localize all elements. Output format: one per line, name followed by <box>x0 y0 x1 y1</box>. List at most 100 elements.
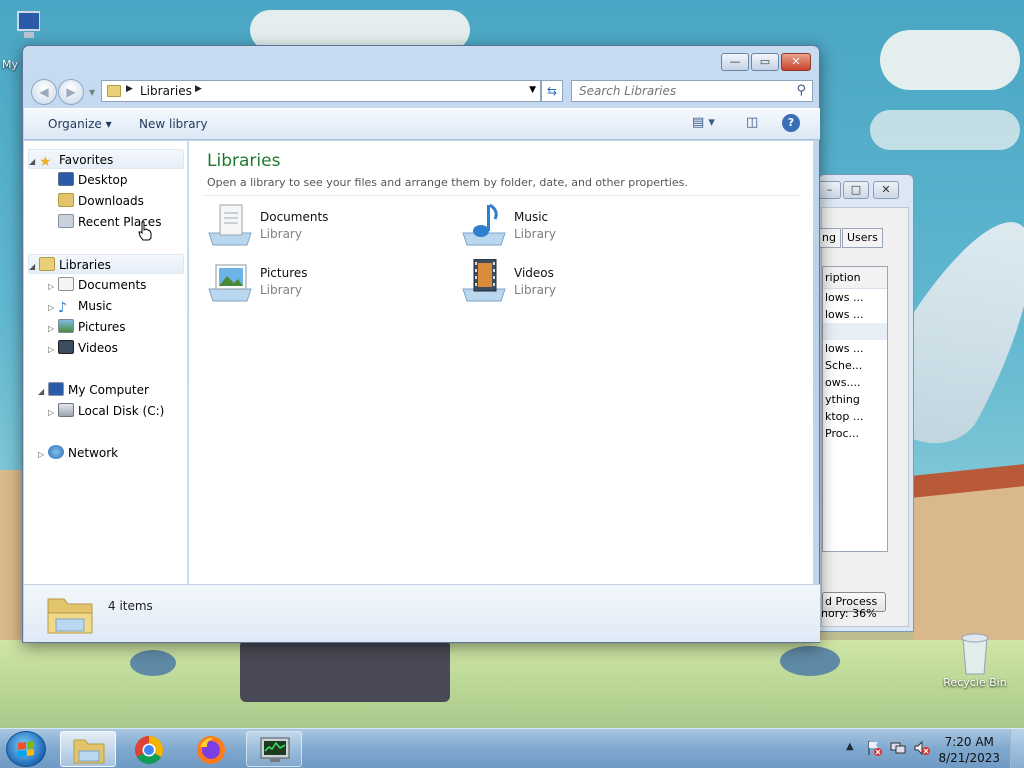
nav-label: Libraries <box>59 258 111 272</box>
expand-arrow-icon[interactable]: ▷ <box>48 277 58 297</box>
process-list[interactable]: ription lows ... lows ... lows ... Sche.… <box>822 266 888 552</box>
library-tile-videos[interactable]: Videos Library <box>461 259 691 309</box>
clock[interactable]: 7:20 AM 8/21/2023 <box>938 734 1000 766</box>
search-input[interactable] <box>572 81 782 101</box>
start-button[interactable] <box>6 731 46 767</box>
content-pane[interactable]: Libraries Open a library to see your fil… <box>138 141 813 584</box>
expand-arrow-icon[interactable]: ▷ <box>48 403 58 423</box>
column-header-description[interactable]: ription <box>823 267 887 289</box>
recent-places-icon <box>58 214 74 228</box>
music-library-icon <box>462 203 506 246</box>
volume-muted-icon[interactable] <box>914 740 930 756</box>
nav-item-local-disk[interactable]: ▷ Local Disk (C:) <box>48 401 164 421</box>
breadcrumb-arrow-icon[interactable]: ▶ <box>126 84 133 94</box>
maximize-button[interactable]: ▭ <box>751 53 779 71</box>
nav-item-downloads[interactable]: Downloads <box>58 191 144 211</box>
nav-item-videos[interactable]: ▷ Videos <box>48 338 118 358</box>
tab-processing[interactable]: ng <box>818 228 841 248</box>
new-library-button[interactable]: New library <box>139 117 208 131</box>
nav-label: Music <box>78 299 113 313</box>
taskbar-explorer-button[interactable] <box>60 731 116 767</box>
page-subtitle: Open a library to see your files and arr… <box>207 176 688 189</box>
search-box[interactable]: ⚲ <box>571 80 813 102</box>
nav-label: Downloads <box>78 194 144 208</box>
taskbar-chrome-button[interactable] <box>122 731 178 767</box>
nav-my-computer[interactable]: ◢ My Computer <box>38 380 149 400</box>
collapse-arrow-icon[interactable]: ◢ <box>29 152 39 172</box>
show-hidden-icons-icon[interactable]: ▲ <box>846 741 854 752</box>
breadcrumb-libraries[interactable]: Libraries <box>140 84 192 98</box>
close-button[interactable]: ✕ <box>781 53 811 71</box>
list-item[interactable]: lows ... <box>823 306 887 323</box>
maximize-button[interactable]: □ <box>843 181 869 199</box>
list-item[interactable] <box>823 323 887 340</box>
nav-network[interactable]: ▷ Network <box>38 443 118 463</box>
list-item[interactable]: lows ... <box>823 289 887 306</box>
library-tile-pictures[interactable]: Pictures Library <box>207 259 437 309</box>
close-button[interactable]: ✕ <box>873 181 899 199</box>
desktop-icon-recycle-bin[interactable]: Recycle Bin <box>940 632 1010 689</box>
videos-library-icon <box>462 259 506 302</box>
tab-users[interactable]: Users <box>842 228 883 248</box>
nav-item-music[interactable]: ▷ ♪ Music <box>48 296 112 316</box>
divider <box>203 195 799 196</box>
network-status-icon[interactable] <box>890 740 906 756</box>
libraries-icon <box>39 257 55 271</box>
collapse-arrow-icon[interactable]: ◢ <box>29 257 39 277</box>
forward-button[interactable]: ▶ <box>58 79 84 105</box>
nav-libraries[interactable]: ◢ Libraries <box>28 254 184 274</box>
navigation-buttons: ◀ ▶ <box>31 79 85 105</box>
change-view-icon[interactable]: ▤ ▾ <box>692 115 715 130</box>
taskbar-firefox-button[interactable] <box>184 731 240 767</box>
taskbar-task-manager-button[interactable] <box>246 731 302 767</box>
documents-icon <box>58 277 74 291</box>
expand-arrow-icon[interactable]: ▷ <box>48 298 58 318</box>
action-center-flag-icon[interactable] <box>866 740 882 756</box>
library-type: Library <box>514 227 556 241</box>
nav-item-desktop[interactable]: Desktop <box>58 170 128 190</box>
nav-item-documents[interactable]: ▷ Documents <box>48 275 146 295</box>
list-item[interactable]: Sche... <box>823 357 887 374</box>
library-tile-documents[interactable]: Documents Library <box>207 203 437 253</box>
collapse-arrow-icon[interactable]: ◢ <box>38 382 48 402</box>
libraries-folder-icon <box>107 85 121 97</box>
search-icon[interactable]: ⚲ <box>796 83 806 98</box>
expand-arrow-icon[interactable]: ▷ <box>48 319 58 339</box>
task-manager-window[interactable]: – □ ✕ ng Users ription lows ... lows ...… <box>818 174 914 632</box>
address-bar[interactable]: ▶ Libraries ▶ ▼ <box>101 80 541 102</box>
nav-item-pictures[interactable]: ▷ Pictures <box>48 317 126 337</box>
nav-label: Local Disk (C:) <box>78 404 165 418</box>
show-desktop-button[interactable] <box>1010 729 1024 768</box>
refresh-button[interactable]: ⇆ <box>541 80 563 102</box>
address-dropdown-icon[interactable]: ▼ <box>529 85 536 95</box>
list-item[interactable]: lows ... <box>823 340 887 357</box>
navigation-pane[interactable]: ◢ ★ Favorites Desktop Downloads Recent Pla… <box>24 141 188 584</box>
minimize-button[interactable]: — <box>721 53 749 71</box>
recent-pages-dropdown[interactable]: ▼ <box>89 88 95 97</box>
list-item[interactable]: ything <box>823 391 887 408</box>
list-item[interactable]: Proc... <box>823 425 887 442</box>
task-manager-body: ng Users ription lows ... lows ... lows … <box>818 207 909 627</box>
nav-favorites[interactable]: ◢ ★ Favorites <box>28 149 184 169</box>
minimize-button[interactable]: – <box>819 181 841 199</box>
cloud <box>870 110 1020 150</box>
desktop-icon <box>58 172 74 186</box>
explorer-window[interactable]: — ▭ ✕ ◀ ▶ ▼ ▶ Libraries ▶ ▼ ⇆ ⚲ Organize… <box>22 45 820 643</box>
pictures-icon <box>58 319 74 333</box>
computer-icon <box>48 382 64 396</box>
explorer-folder-icon <box>73 739 105 764</box>
list-item[interactable]: ows.... <box>823 374 887 391</box>
expand-arrow-icon[interactable]: ▷ <box>38 445 48 465</box>
list-item[interactable]: ktop ... <box>823 408 887 425</box>
nav-label: Network <box>68 446 119 460</box>
breadcrumb-arrow-icon[interactable]: ▶ <box>195 84 202 94</box>
expand-arrow-icon[interactable]: ▷ <box>48 340 58 360</box>
nav-label: My Computer <box>68 383 149 397</box>
library-tile-music[interactable]: Music Library <box>461 203 691 253</box>
desktop-icon-computer[interactable]: My <box>0 10 40 71</box>
help-icon[interactable]: ? <box>782 114 800 132</box>
organize-button[interactable]: Organize ▾ <box>48 117 112 131</box>
back-button[interactable]: ◀ <box>31 79 57 105</box>
page-title: Libraries <box>207 151 281 171</box>
preview-pane-icon[interactable]: ◫ <box>746 115 758 130</box>
